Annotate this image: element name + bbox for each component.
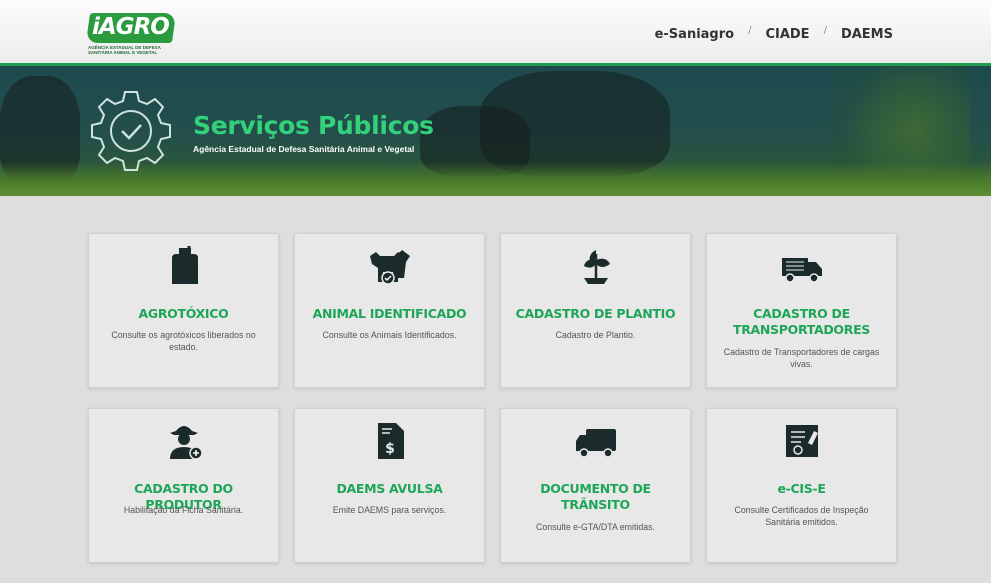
card-description: Emite DAEMS para serviços.: [332, 505, 447, 515]
animals-icon: [369, 250, 410, 285]
invoice-icon: $: [377, 423, 404, 459]
top-nav: e-Saniagro / CIADE / DAEMS: [655, 25, 893, 42]
card-description: Cadastro de Plantio.: [555, 330, 636, 340]
card-description: Consulte e-GTA/DTA emitidas.: [536, 522, 655, 532]
service-card-documento-transito[interactable]: DOCUMENTO DE TRÂNSITO Consulte e-GTA/DTA…: [500, 408, 691, 563]
service-card-daems-avulsa[interactable]: $ DAEMS AVULSA Emite DAEMS para serviços…: [294, 408, 485, 563]
nav-item-ciade[interactable]: CIADE: [765, 27, 809, 42]
card-title: DAEMS AVULSA: [336, 481, 443, 496]
service-card-cadastro-produtor[interactable]: CADASTRO DO PRODUTOR Habilitação da Fich…: [88, 408, 279, 563]
farmer-icon: [169, 426, 203, 460]
card-title: e-CIS-E: [777, 481, 826, 496]
page-subtitle: Agência Estadual de Defesa Sanitária Ani…: [193, 144, 415, 154]
service-card-cadastro-plantio[interactable]: CADASTRO DE PLANTIO Cadastro de Plantio.: [500, 233, 691, 388]
card-description: Habilitação da Ficha Sanitária.: [123, 505, 244, 515]
iagro-logo[interactable]: iAGRO AGÊNCIA ESTADUAL DE DEFESA SANITÁR…: [85, 13, 177, 59]
cow-silhouette: [480, 71, 670, 176]
card-description: Cadastro de Transportadores de cargas vi…: [723, 347, 880, 369]
canister-icon: [171, 246, 198, 284]
card-description: Consulte os agrotóxicos liberados no est…: [111, 330, 256, 352]
certificate-icon: [785, 425, 818, 457]
card-description: Consulte os Animais Identificados.: [322, 330, 457, 340]
service-card-cadastro-transportadores[interactable]: CADASTRO DE TRANSPORTADORES Cadastro de …: [706, 233, 897, 388]
svg-text:$: $: [385, 441, 395, 457]
service-card-animal-identificado[interactable]: ANIMAL IDENTIFICADO Consulte os Animais …: [294, 233, 485, 388]
card-description: Consulte Certificados de Inspeção Sanitá…: [734, 505, 869, 527]
service-card-agrotoxico[interactable]: AGROTÓXICO Consulte os agrotóxicos liber…: [88, 233, 279, 388]
card-title: ANIMAL IDENTIFICADO: [312, 306, 467, 321]
card-title: DOCUMENTO DE TRÂNSITO: [540, 481, 651, 512]
nav-separator: /: [823, 25, 827, 36]
card-title: CADASTRO DE PLANTIO: [515, 306, 676, 321]
nav-item-daems[interactable]: DAEMS: [841, 27, 893, 42]
card-title: AGROTÓXICO: [138, 306, 229, 321]
nav-separator: /: [748, 25, 752, 36]
nav-item-e-saniagro[interactable]: e-Saniagro: [655, 27, 734, 42]
service-card-e-cis-e[interactable]: e-CIS-E Consulte Certificados de Inspeçã…: [706, 408, 897, 563]
gear-check-icon: [91, 91, 171, 171]
logo-subtitle: AGÊNCIA ESTADUAL DE DEFESA SANITÁRIA ANI…: [88, 45, 161, 55]
truck-icon: [575, 429, 616, 458]
logo-text: iAGRO: [92, 14, 170, 40]
livestock-truck-icon: [781, 258, 822, 283]
top-header: iAGRO AGÊNCIA ESTADUAL DE DEFESA SANITÁR…: [0, 0, 991, 66]
page-title: Serviços Públicos: [193, 111, 434, 140]
seedling-icon: [583, 250, 610, 284]
card-title: CADASTRO DE TRANSPORTADORES: [732, 306, 871, 337]
